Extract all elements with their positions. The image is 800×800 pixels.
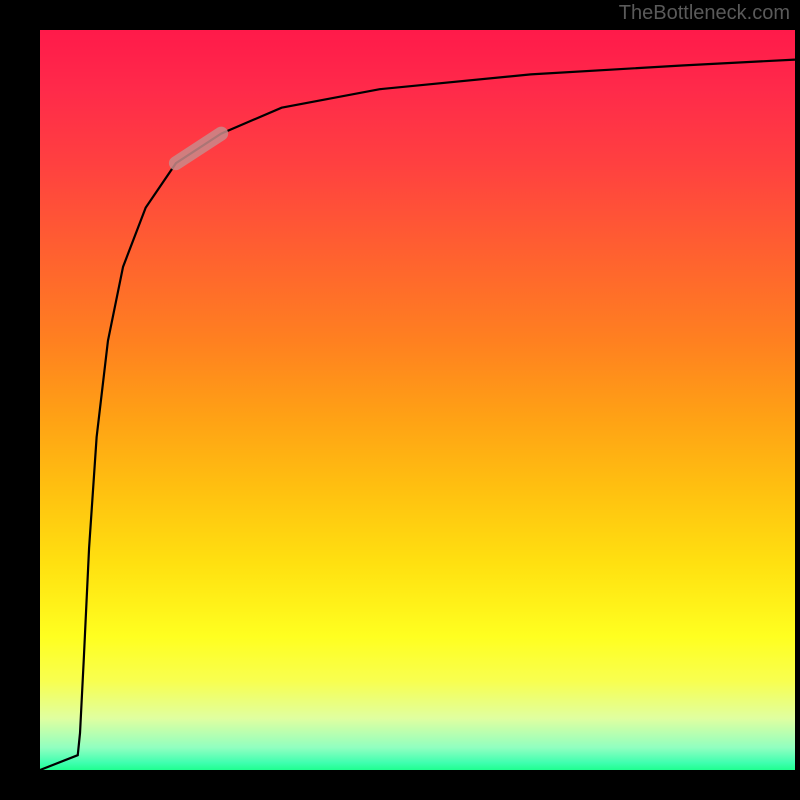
highlight-segment [176, 134, 221, 164]
watermark-text: TheBottleneck.com [619, 2, 790, 25]
x-axis [38, 770, 797, 772]
main-curve [40, 60, 795, 770]
chart-curve-layer [40, 30, 795, 770]
y-axis [38, 30, 40, 772]
